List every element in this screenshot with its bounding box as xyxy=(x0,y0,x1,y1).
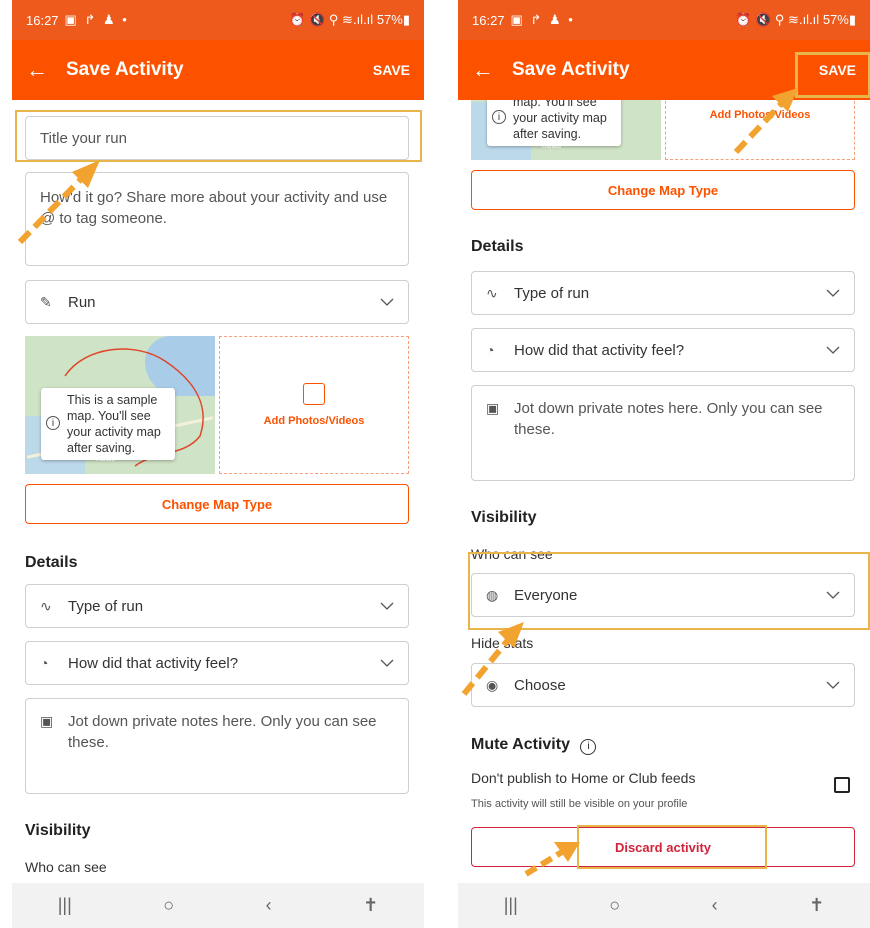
status-right-icons: ⏰ 🔇 ⚲ ≋.ıl.ıl 57%▮ xyxy=(735,12,856,28)
add-photos-button[interactable]: Add Photos/Videos xyxy=(219,336,409,474)
private-notes-input[interactable]: ▣ Jot down private notes here. Only you … xyxy=(25,698,409,794)
sport-select[interactable]: ✎ Run xyxy=(25,280,409,324)
recents-button[interactable]: ||| xyxy=(58,895,72,916)
change-map-type-label: Change Map Type xyxy=(607,182,719,198)
add-photos-label: Add Photos/Videos xyxy=(263,415,365,427)
sport-value: Run xyxy=(68,293,96,311)
visibility-heading: Visibility xyxy=(25,822,91,839)
back-button[interactable]: ‹ xyxy=(266,895,272,916)
lock-icon: ▣ xyxy=(486,400,500,416)
status-right-icons: ⏰ 🔇 ⚲ ≋.ıl.ıl 57%▮ xyxy=(289,12,410,28)
back-button[interactable]: ‹ xyxy=(712,895,718,916)
home-button[interactable]: ○ xyxy=(163,895,174,916)
feel-label: How did that activity feel? xyxy=(514,341,685,359)
status-left-icons: ▣ ↱ ♟ • xyxy=(64,12,129,27)
save-button[interactable]: SAVE xyxy=(373,62,410,78)
battery-level: 57%▮ xyxy=(376,12,410,27)
shoe-icon: ✎ xyxy=(40,293,52,310)
map-tooltip: i This is a sample map. You'll see your … xyxy=(41,388,175,460)
perceived-exertion-select[interactable]: ◔ How did that activity feel? xyxy=(25,641,409,685)
visibility-heading: Visibility xyxy=(471,509,537,526)
page-title: Save Activity xyxy=(512,59,630,80)
type-of-run-select[interactable]: ∿ Type of run xyxy=(25,584,409,628)
pointer-arrow-icon xyxy=(524,842,580,877)
details-heading: Details xyxy=(471,238,524,255)
pointer-arrow-icon xyxy=(17,160,100,245)
mute-activity-subtext: This activity will still be visible on y… xyxy=(471,798,688,810)
map-place-label: TruNoo xyxy=(541,144,561,150)
type-of-run-label: Type of run xyxy=(514,284,590,302)
arrow-left-icon[interactable]: ← xyxy=(472,57,512,83)
private-notes-placeholder: Jot down private notes here. Only you ca… xyxy=(514,400,823,438)
chevron-down-icon xyxy=(826,346,840,354)
pointer-arrow-icon xyxy=(733,88,798,155)
pointer-arrow-icon xyxy=(461,622,524,696)
mute-activity-heading: Mute Activity i xyxy=(471,736,597,755)
chevron-down-icon xyxy=(380,298,394,306)
status-bar: 16:27 ▣ ↱ ♟ • ⏰ 🔇 ⚲ ≋.ıl.ıl 57%▮ xyxy=(458,0,870,40)
highlight-discard-button xyxy=(577,825,767,869)
details-heading: Details xyxy=(25,554,78,571)
map-preview[interactable]: i This is a sample map. You'll see your … xyxy=(25,336,215,474)
mute-activity-checkbox[interactable] xyxy=(834,777,850,793)
mute-activity-title: Mute Activity xyxy=(471,736,570,753)
map-preview[interactable]: i map. You'll see your activity map afte… xyxy=(471,100,661,160)
phone-screen-right: 16:27 ▣ ↱ ♟ • ⏰ 🔇 ⚲ ≋.ıl.ıl 57%▮ i map. … xyxy=(458,0,870,928)
recents-button[interactable]: ||| xyxy=(504,895,518,916)
type-of-run-select[interactable]: ∿ Type of run xyxy=(471,271,855,315)
info-icon: i xyxy=(46,416,60,430)
status-indicator-icons: ⏰ 🔇 ⚲ ≋.ıl.ıl xyxy=(289,12,374,27)
status-time: 16:27 xyxy=(26,12,59,28)
info-icon: i xyxy=(492,110,506,124)
status-left-icons: ▣ ↱ ♟ • xyxy=(510,12,575,27)
accessibility-button[interactable]: ✝ xyxy=(363,895,378,916)
system-nav-bar: ||| ○ ‹ ✝ xyxy=(458,883,870,928)
map-tooltip-text: map. You'll see your activity map after … xyxy=(513,100,607,141)
private-notes-placeholder: Jot down private notes here. Only you ca… xyxy=(68,713,377,751)
workout-type-icon: ∿ xyxy=(486,284,498,301)
phone-screen-left: 16:27 ▣ ↱ ♟ • ⏰ 🔇 ⚲ ≋.ıl.ıl 57%▮ ← Save … xyxy=(12,0,424,928)
accessibility-button[interactable]: ✝ xyxy=(809,895,824,916)
change-map-type-button[interactable]: Change Map Type xyxy=(25,484,409,524)
gauge-icon: ◔ xyxy=(40,655,49,671)
feel-label: How did that activity feel? xyxy=(68,654,239,672)
form-content: i map. You'll see your activity map afte… xyxy=(458,100,870,883)
chevron-down-icon xyxy=(380,602,394,610)
chevron-down-icon xyxy=(826,289,840,297)
who-can-see-label: Who can see xyxy=(25,859,107,875)
lock-icon: ▣ xyxy=(40,713,54,729)
app-bar: ← Save Activity SAVE xyxy=(12,40,424,100)
map-tooltip: i map. You'll see your activity map afte… xyxy=(487,100,621,146)
gauge-icon: ◔ xyxy=(486,342,495,358)
chevron-down-icon xyxy=(826,681,840,689)
status-time: 16:27 xyxy=(472,12,505,28)
type-of-run-label: Type of run xyxy=(68,597,144,615)
dont-publish-label: Don't publish to Home or Club feeds xyxy=(471,770,696,786)
change-map-type-button[interactable]: Change Map Type xyxy=(471,170,855,210)
workout-type-icon: ∿ xyxy=(40,597,52,614)
map-tooltip-text: This is a sample map. You'll see your ac… xyxy=(67,393,161,455)
private-notes-input[interactable]: ▣ Jot down private notes here. Only you … xyxy=(471,385,855,481)
status-bar: 16:27 ▣ ↱ ♟ • ⏰ 🔇 ⚲ ≋.ıl.ıl 57%▮ xyxy=(12,0,424,40)
map-place-label: TruNoo xyxy=(95,457,115,463)
arrow-left-icon[interactable]: ← xyxy=(26,57,66,83)
change-map-type-label: Change Map Type xyxy=(161,496,273,512)
system-nav-bar: ||| ○ ‹ ✝ xyxy=(12,883,424,928)
status-indicator-icons: ⏰ 🔇 ⚲ ≋.ıl.ıl xyxy=(735,12,820,27)
chevron-down-icon xyxy=(380,659,394,667)
page-title: Save Activity xyxy=(66,59,184,80)
perceived-exertion-select[interactable]: ◔ How did that activity feel? xyxy=(471,328,855,372)
image-icon xyxy=(303,383,325,405)
battery-level: 57%▮ xyxy=(822,12,856,27)
info-icon[interactable]: i xyxy=(580,739,597,755)
home-button[interactable]: ○ xyxy=(609,895,620,916)
